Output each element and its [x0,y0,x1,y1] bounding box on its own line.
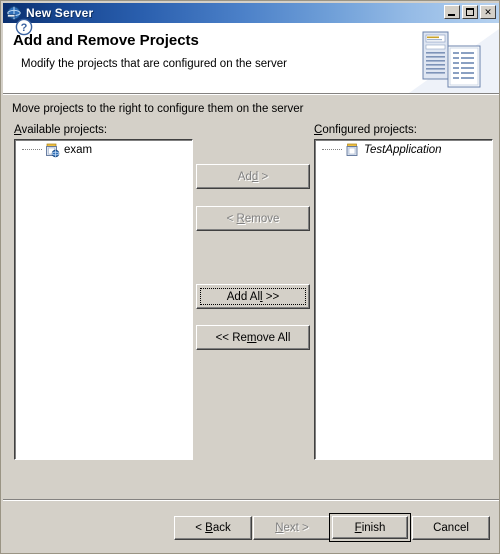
dialog-body: Move projects to the right to configure … [3,95,499,499]
remove-button-label: < Remove [226,212,280,225]
back-button-label: < Back [195,522,231,534]
maximize-button[interactable] [462,5,478,19]
page-subtitle: Modify the projects that are configured … [21,58,287,70]
back-button[interactable]: < Back [174,516,252,540]
next-button-label: Next > [275,522,309,534]
new-server-dialog: New Server ✕ Add and Remove Projects Mod… [0,0,500,554]
available-list-inner[interactable]: exam [15,140,192,459]
list-item[interactable]: exam [16,141,192,159]
next-button[interactable]: Next > [253,516,331,540]
maximize-glyph [466,8,474,16]
configured-list-inner[interactable]: TestApplication [315,140,492,459]
finish-button[interactable]: Finish [329,513,411,542]
cancel-button[interactable]: Cancel [412,516,490,540]
project-folder-icon [344,142,360,158]
configured-label-rest: onfigured projects: [322,124,417,136]
wizard-header: Add and Remove Projects Modify the proje… [3,23,499,93]
configured-projects-list[interactable]: TestApplication [314,139,493,460]
minimize-glyph [448,14,455,16]
title-bar[interactable]: New Server ✕ [3,3,499,23]
window-controls: ✕ [444,5,496,19]
finish-button-label: Finish [354,521,386,534]
project-folder-icon [44,142,60,158]
remove-all-button[interactable]: << Remove All [196,325,310,350]
remove-button[interactable]: < Remove [196,206,310,231]
configured-projects-label: Configured projects: [314,124,417,136]
svg-text:?: ? [21,22,28,34]
tree-connector-icon [22,149,42,151]
available-label-rest: vailable projects: [21,124,108,136]
tree-connector-icon [322,149,342,151]
help-question-icon[interactable]: ? [15,18,33,36]
close-button[interactable]: ✕ [480,5,496,19]
available-projects-label: Available projects: [14,124,107,136]
page-title: Add and Remove Projects [13,32,199,49]
add-all-button[interactable]: Add All >> [196,284,310,309]
add-button-label: Add > [237,170,269,183]
add-all-button-label: Add All >> [226,290,280,303]
instruction-text: Move projects to the right to configure … [12,103,304,115]
list-item[interactable]: TestApplication [316,141,492,159]
minimize-button[interactable] [444,5,460,19]
list-item-label: exam [64,144,93,156]
remove-all-button-label: << Remove All [215,331,291,344]
cancel-button-label: Cancel [433,522,469,534]
list-item-label: TestApplication [364,144,442,156]
available-projects-list[interactable]: exam [14,139,193,460]
add-button[interactable]: Add > [196,164,310,189]
window-title: New Server [26,6,94,20]
close-icon: ✕ [484,6,492,17]
server-and-document-icon [409,23,499,93]
